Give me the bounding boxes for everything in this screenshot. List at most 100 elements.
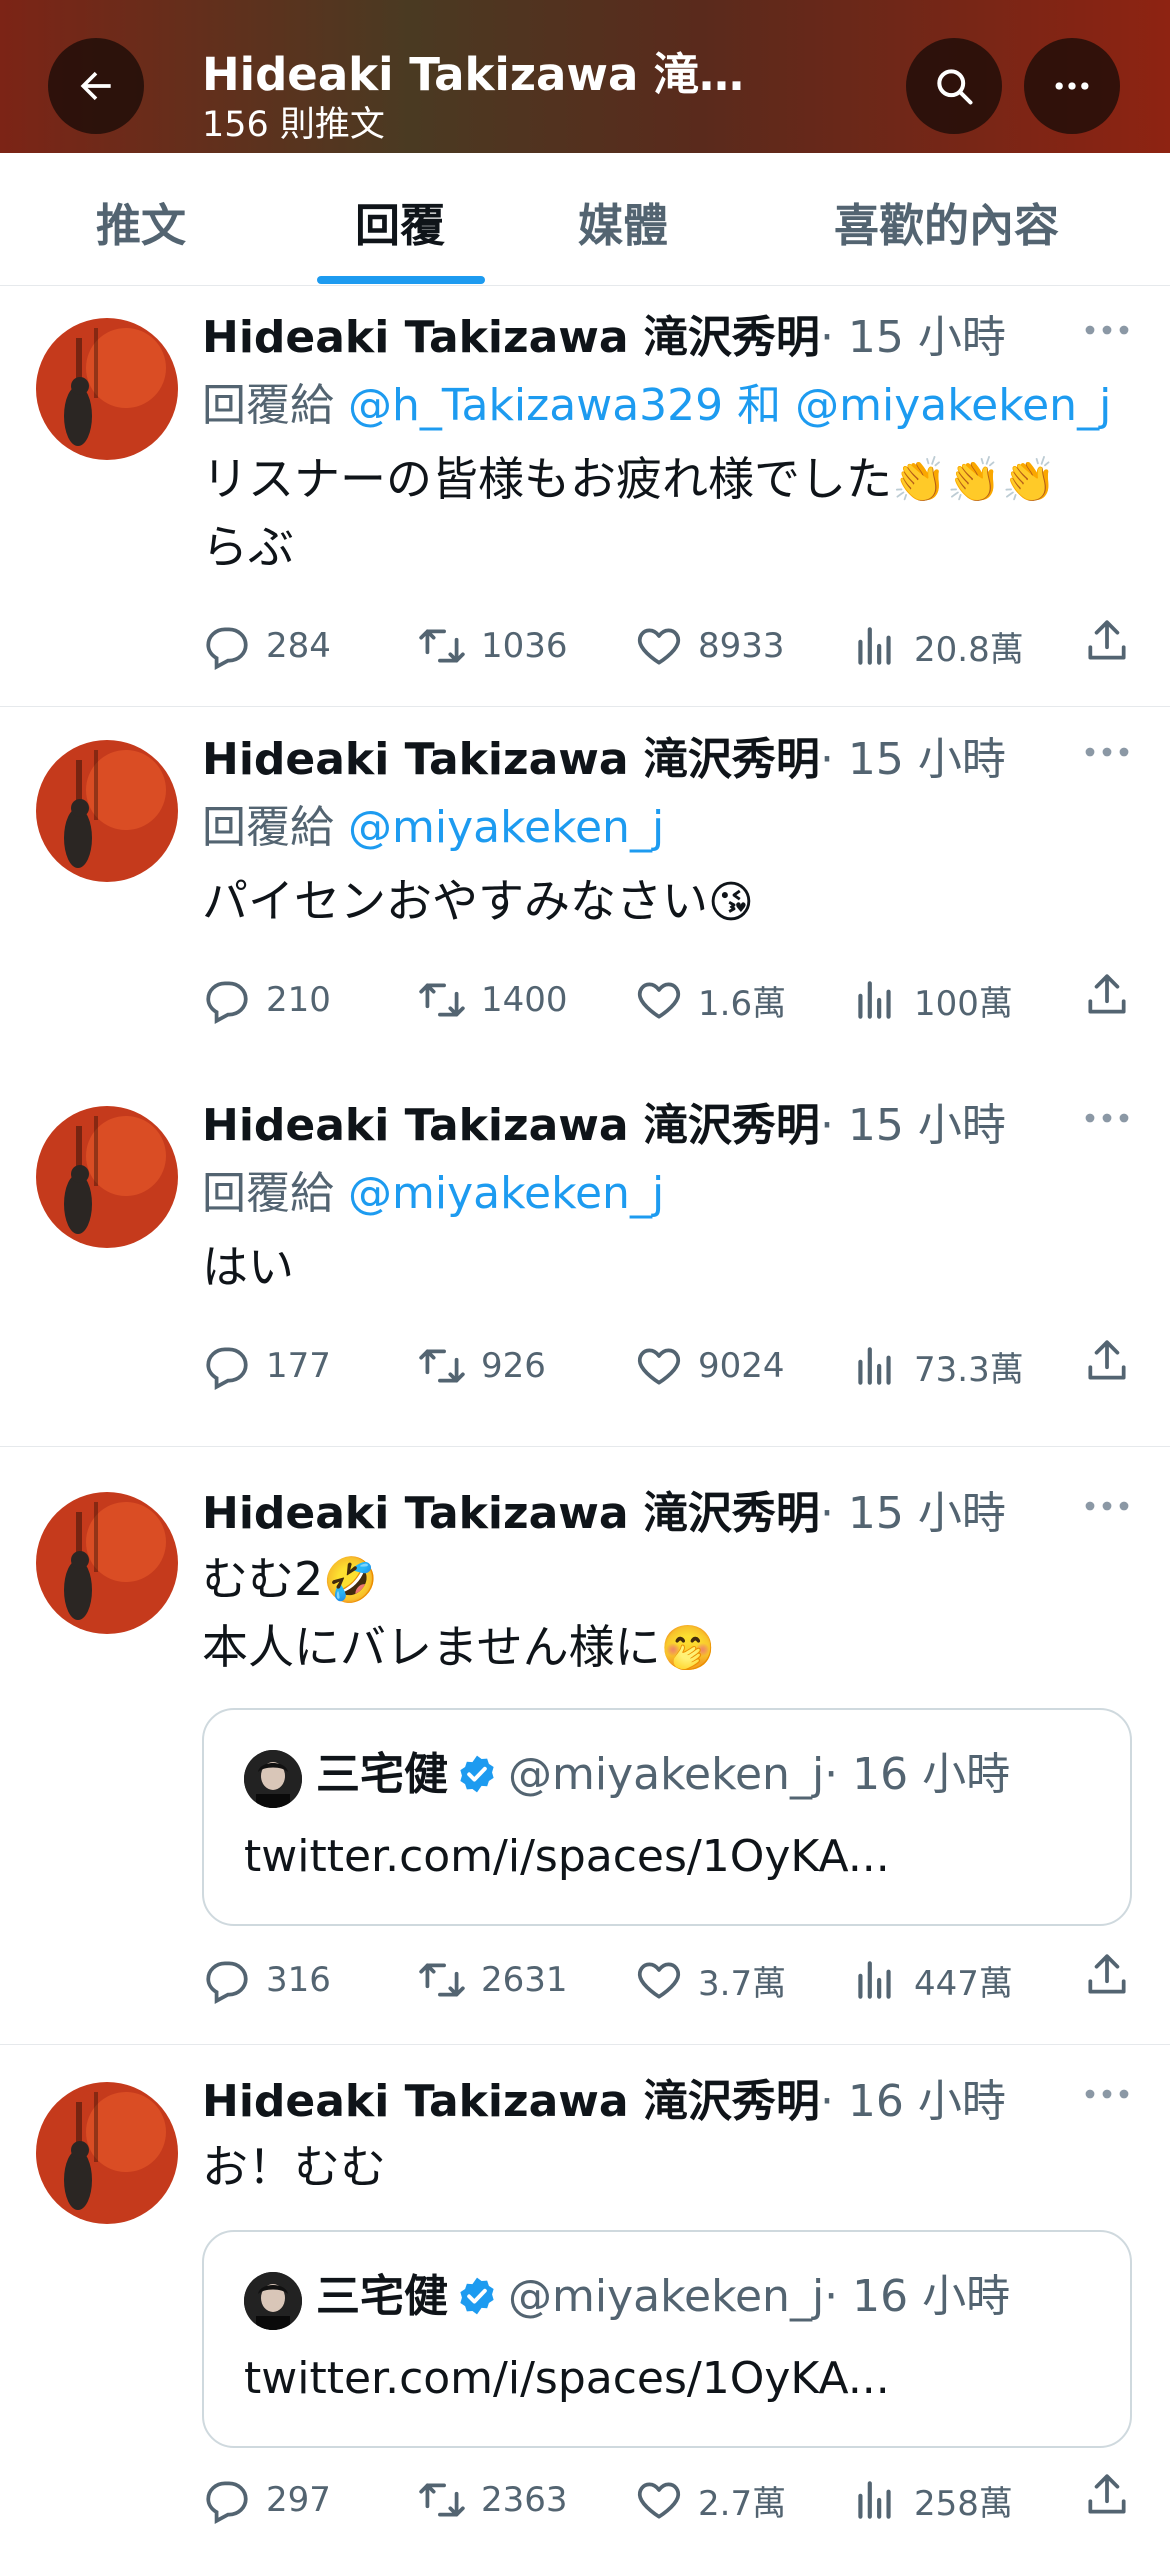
kiss-emoji: 😘: [708, 877, 754, 928]
views-icon: [858, 627, 891, 665]
reply-button[interactable]: 297: [202, 2470, 331, 2530]
heart-icon: [637, 628, 681, 665]
rofl-emoji: 🤣: [323, 1555, 379, 1606]
avatar[interactable]: [36, 1492, 178, 1634]
tweet-more-button[interactable]: [1082, 1098, 1132, 1138]
tweet-time[interactable]: · 15 小時: [820, 312, 1006, 363]
retweet-icon: [419, 1349, 465, 1383]
tweet-text: リスナーの皆様もお疲れ様でした👏👏👏 らぶ: [202, 446, 1142, 580]
share-button[interactable]: [1082, 970, 1132, 1024]
tab-tweets[interactable]: 推文: [96, 189, 186, 254]
views-button[interactable]: 258萬: [850, 2470, 1013, 2530]
share-button[interactable]: [1082, 2470, 1132, 2524]
arrow-left-icon: [80, 71, 111, 101]
mention-link[interactable]: @h_Takizawa329: [348, 380, 723, 431]
retweet-button[interactable]: 2363: [417, 2470, 568, 2530]
quoted-time: · 16 小時: [824, 2271, 1011, 2322]
tweet-time[interactable]: · 16 小時: [820, 2076, 1006, 2127]
retweet-button[interactable]: 1400: [417, 970, 568, 1030]
quoted-avatar: [244, 2272, 302, 2330]
reply-button[interactable]: 177: [202, 1336, 331, 1396]
mention-link[interactable]: @miyakeken_j: [348, 1168, 664, 1219]
author-name[interactable]: Hideaki Takizawa 滝沢秀明: [202, 1100, 820, 1151]
tweet-item[interactable]: Hideaki Takizawa 滝沢秀明· 15 小時 回覆給 @miyake…: [0, 1074, 1170, 1447]
tweet-more-button[interactable]: [1082, 732, 1132, 772]
tweet-time[interactable]: · 15 小時: [820, 1488, 1006, 1539]
avatar[interactable]: [36, 2082, 178, 2224]
reply-count: 210: [266, 980, 331, 1020]
tweet-text-line: パイセンおやすみなさい: [202, 874, 708, 928]
reply-button[interactable]: 284: [202, 616, 331, 676]
mention-link[interactable]: @miyakeken_j: [348, 802, 664, 853]
tweet-actions: 177 926 9024 73.3萬: [202, 1336, 1142, 1396]
author-name[interactable]: Hideaki Takizawa 滝沢秀明: [202, 2076, 820, 2127]
tab-likes[interactable]: 喜歡的內容: [834, 189, 1059, 254]
retweet-icon: [419, 2483, 465, 2517]
tweet-text: むむ2🤣 本人にバレません様に🤭: [202, 1546, 1142, 1682]
tweet-more-button[interactable]: [1082, 2074, 1132, 2114]
tweet-author-line: Hideaki Takizawa 滝沢秀明· 15 小時: [202, 1486, 1006, 1542]
retweet-count: 2631: [481, 1960, 568, 2000]
author-name[interactable]: Hideaki Takizawa 滝沢秀明: [202, 734, 820, 785]
retweet-button[interactable]: 2631: [417, 1950, 568, 2010]
reply-and: 和: [723, 380, 796, 431]
share-button[interactable]: [1082, 616, 1132, 670]
tab-replies[interactable]: 回覆: [355, 189, 445, 254]
active-tab-indicator: [317, 276, 485, 284]
like-button[interactable]: 8933: [634, 616, 785, 676]
tweet-item[interactable]: Hideaki Takizawa 滝沢秀明· 15 小時 回覆給 @h_Taki…: [0, 286, 1170, 707]
reply-count: 177: [266, 1346, 331, 1386]
more-button[interactable]: [1024, 38, 1120, 134]
avatar[interactable]: [36, 318, 178, 460]
tweet-more-button[interactable]: [1082, 310, 1132, 350]
search-button[interactable]: [906, 38, 1002, 134]
retweet-icon: [419, 1963, 465, 1997]
share-button[interactable]: [1082, 1950, 1132, 2004]
share-button[interactable]: [1082, 1336, 1132, 1390]
author-name[interactable]: Hideaki Takizawa 滝沢秀明: [202, 1488, 820, 1539]
views-button[interactable]: 447萬: [850, 1950, 1013, 2010]
views-button[interactable]: 73.3萬: [850, 1336, 1024, 1396]
like-count: 2.7萬: [698, 2483, 787, 2524]
tweet-author-line: Hideaki Takizawa 滝沢秀明· 15 小時: [202, 732, 1006, 788]
share-icon: [1088, 974, 1126, 1014]
reply-icon: [206, 627, 248, 670]
reply-button[interactable]: 316: [202, 1950, 331, 2010]
views-icon: [858, 1347, 891, 1385]
views-button[interactable]: 20.8萬: [850, 616, 1024, 676]
reply-icon: [206, 2481, 248, 2524]
mention-link[interactable]: @miyakeken_j: [795, 380, 1111, 431]
more-horizontal-icon: [1085, 2089, 1129, 2099]
tweet-text-line: お！むむ: [202, 2140, 386, 2194]
tweet-item[interactable]: Hideaki Takizawa 滝沢秀明· 15 小時 むむ2🤣 本人にバレま…: [0, 1446, 1170, 2045]
tweet-text-line: リスナーの皆様もお疲れ様でした: [202, 452, 892, 506]
avatar[interactable]: [36, 740, 178, 882]
like-count: 1.6萬: [698, 983, 787, 1024]
like-button[interactable]: 1.6萬: [634, 970, 786, 1030]
retweet-count: 1400: [481, 980, 568, 1020]
retweet-button[interactable]: 1036: [417, 616, 568, 676]
tweet-time[interactable]: · 15 小時: [820, 734, 1006, 785]
view-count: 73.3萬: [914, 1349, 1024, 1390]
like-count: 3.7萬: [698, 1963, 787, 2004]
author-name[interactable]: Hideaki Takizawa 滝沢秀明: [202, 312, 820, 363]
reply-button[interactable]: 210: [202, 970, 331, 1030]
views-icon: [858, 1961, 891, 1999]
like-button[interactable]: 9024: [634, 1336, 785, 1396]
views-button[interactable]: 100萬: [850, 970, 1013, 1030]
quoted-author-line: 三宅健 @miyakeken_j· 16 小時: [316, 1746, 1010, 1804]
view-count: 100萬: [914, 983, 1013, 1024]
quoted-handle: @miyakeken_j: [508, 2271, 825, 2322]
tweet-more-button[interactable]: [1082, 1486, 1132, 1526]
tweet-time[interactable]: · 15 小時: [820, 1100, 1006, 1151]
quoted-tweet[interactable]: 三宅健 @miyakeken_j· 16 小時 twitter.com/i/spa…: [202, 2230, 1132, 2448]
tweet-item[interactable]: Hideaki Takizawa 滝沢秀明· 15 小時 回覆給 @miyake…: [0, 708, 1170, 1088]
like-button[interactable]: 2.7萬: [634, 2470, 786, 2530]
tweet-item[interactable]: Hideaki Takizawa 滝沢秀明· 16 小時 お！むむ 三宅健 @mi…: [0, 2046, 1170, 2556]
retweet-button[interactable]: 926: [417, 1336, 546, 1396]
tab-media[interactable]: 媒體: [578, 189, 668, 254]
like-button[interactable]: 3.7萬: [634, 1950, 786, 2010]
back-button[interactable]: [48, 38, 144, 134]
quoted-tweet[interactable]: 三宅健 @miyakeken_j· 16 小時 twitter.com/i/spa…: [202, 1708, 1132, 1926]
avatar[interactable]: [36, 1106, 178, 1248]
